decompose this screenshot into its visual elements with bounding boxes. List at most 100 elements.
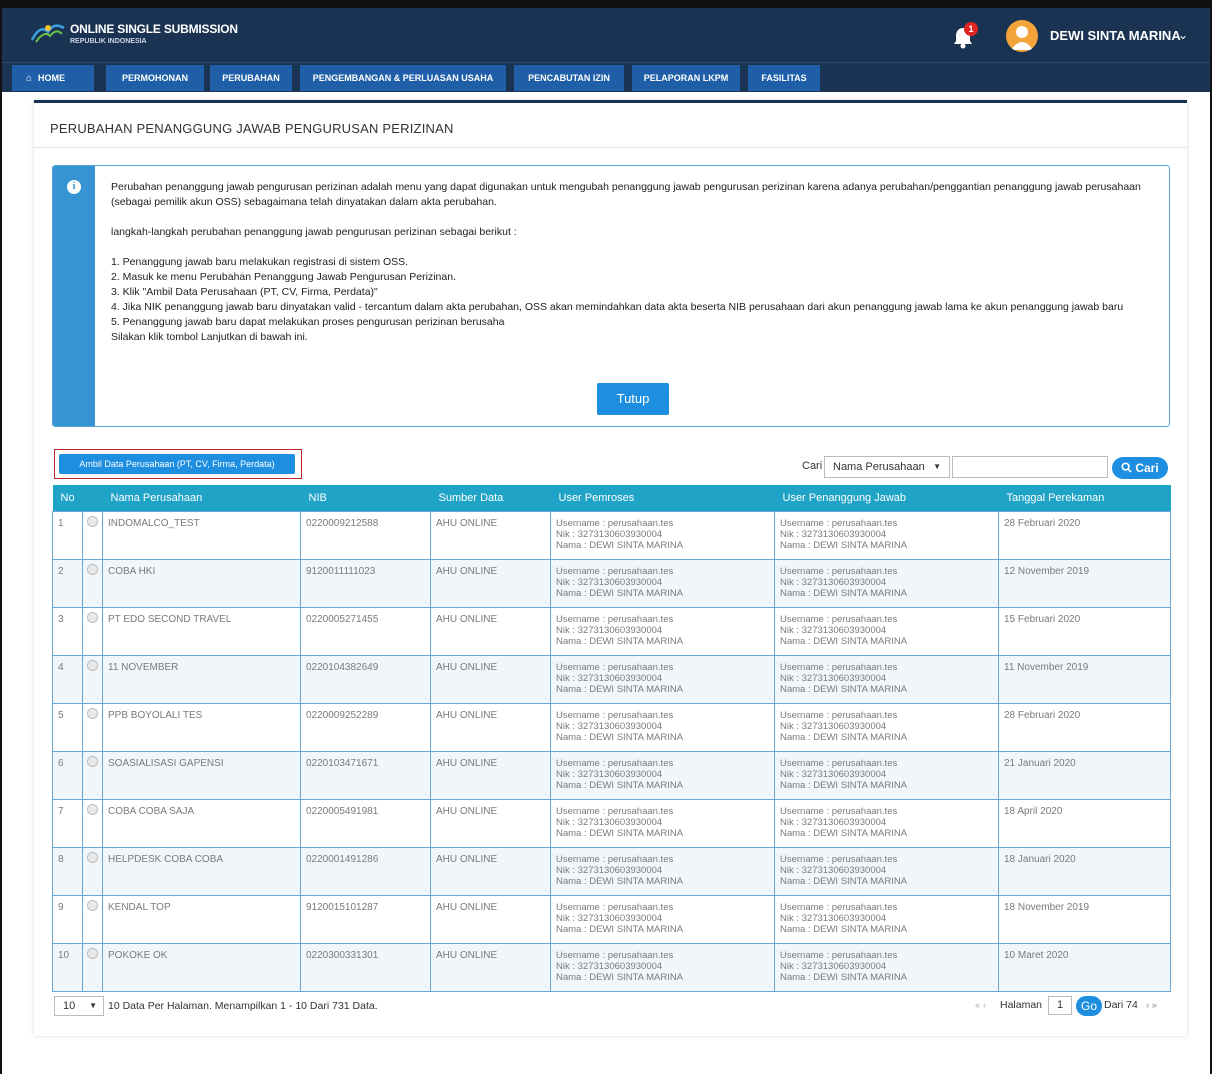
cell-no: 2 <box>52 558 83 608</box>
table-row[interactable]: 8 HELPDESK COBA COBA 0220001491286 AHU ONLI… <box>52 846 1171 896</box>
search-button[interactable]: Cari <box>1112 457 1168 479</box>
info-step: 5. Penanggung jawab baru dapat melakukan… <box>111 316 505 328</box>
go-button[interactable]: Go <box>1076 996 1102 1016</box>
table-row[interactable]: 10 POKOKE OK 0220300331301 AHU ONLINE Userna… <box>52 942 1171 992</box>
user-nik: Nik : 3273130603930004 <box>780 912 887 924</box>
nav-perubahan[interactable]: PERUBAHAN <box>210 65 292 91</box>
cell-nib: 0220009212588 <box>300 510 431 560</box>
next-page-arrows[interactable]: › » <box>1146 1000 1157 1011</box>
cell-select <box>82 942 103 992</box>
prev-page-arrows[interactable]: « ‹ <box>975 1000 986 1011</box>
cell-user-pemroses: Username : perusahaan.tes Nik : 327313060… <box>550 654 775 704</box>
row-radio[interactable] <box>87 659 98 671</box>
cell-user-penanggung-jawab: Username : perusahaan.tes Nik : 327313060… <box>774 558 999 608</box>
search-input[interactable] <box>952 456 1108 478</box>
ambil-data-button[interactable]: Ambil Data Perusahaan (PT, CV, Firma, Pe… <box>59 454 295 474</box>
nav-pencabutan-izin[interactable]: PENCABUTAN IZIN <box>514 65 624 91</box>
cell-nib: 0220103471671 <box>300 750 431 800</box>
user-nik: Nik : 3273130603930004 <box>556 576 663 588</box>
nav-home[interactable]: ⌂ HOME <box>12 65 94 91</box>
cell-sumber: AHU ONLINE <box>430 558 551 608</box>
row-radio[interactable] <box>87 707 98 719</box>
row-radio[interactable] <box>87 851 98 863</box>
table-row[interactable]: 6 SOASIALISASI GAPENSI 0220103471671 AHU ON… <box>52 750 1171 800</box>
user-nama: Nama : DEWI SINTA MARINA <box>556 875 684 887</box>
nav-pelaporan-lkpm[interactable]: PELAPORAN LKPM <box>632 65 740 91</box>
cell-user-pemroses: Username : perusahaan.tes Nik : 327313060… <box>550 510 775 560</box>
row-radio[interactable] <box>87 755 98 767</box>
cell-select <box>82 558 103 608</box>
ambil-highlight: Ambil Data Perusahaan (PT, CV, Firma, Pe… <box>54 449 302 479</box>
row-radio[interactable] <box>87 515 98 527</box>
cell-nama: KENDAL TOP <box>102 894 301 944</box>
cell-nama: HELPDESK COBA COBA <box>102 846 301 896</box>
cell-sumber: AHU ONLINE <box>430 702 551 752</box>
row-radio[interactable] <box>87 803 98 815</box>
col-header-nama: Nama Perusahaan <box>102 485 301 511</box>
cell-tanggal: 18 April 2020 <box>998 798 1171 848</box>
home-icon: ⌂ <box>26 73 33 84</box>
per-page-select[interactable]: 10 ▼ <box>54 996 104 1016</box>
user-nama: Nama : DEWI SINTA MARINA <box>556 971 684 983</box>
user-nama: Nama : DEWI SINTA MARINA <box>556 539 684 551</box>
user-nik: Nik : 3273130603930004 <box>556 720 663 732</box>
user-name[interactable]: DEWI SINTA MARINA <box>1050 28 1181 43</box>
cell-user-pemroses: Username : perusahaan.tes Nik : 327313060… <box>550 798 775 848</box>
cell-user-penanggung-jawab: Username : perusahaan.tes Nik : 327313060… <box>774 846 999 896</box>
cell-nama: COBA HKI <box>102 558 301 608</box>
table-row[interactable]: 3 PT EDO SECOND TRAVEL 0220005271455 AHU ON… <box>52 606 1171 656</box>
page-label: Halaman <box>1000 999 1043 1011</box>
cell-no: 3 <box>52 606 83 656</box>
table-header-row: No Nama Perusahaan NIB Sumber Data User … <box>52 485 1171 511</box>
table-row[interactable]: 1 INDOMALCO_TEST 0220009212588 AHU ONLINE Us… <box>52 510 1171 560</box>
table-row[interactable]: 9 KENDAL TOP 9120015101287 AHU ONLINE Userna… <box>52 894 1171 944</box>
cell-sumber: AHU ONLINE <box>430 606 551 656</box>
col-header-user-pemroses: User Pemroses <box>550 485 775 511</box>
nav-permohonan[interactable]: PERMOHONAN <box>106 65 204 91</box>
chevron-down-icon[interactable]: ⌄ <box>1178 28 1188 42</box>
page-number-input[interactable]: 1 <box>1048 996 1072 1015</box>
cell-user-penanggung-jawab: Username : perusahaan.tes Nik : 327313060… <box>774 942 999 992</box>
cell-sumber: AHU ONLINE <box>430 798 551 848</box>
col-header-nib: NIB <box>300 485 431 511</box>
user-username: Username : perusahaan.tes <box>780 517 898 529</box>
table-row[interactable]: 2 COBA HKI 9120011111023 AHU ONLINE Username… <box>52 558 1171 608</box>
col-header-no: No <box>52 485 83 511</box>
cell-tanggal: 11 November 2019 <box>998 654 1171 704</box>
user-nik: Nik : 3273130603930004 <box>556 960 663 972</box>
user-nik: Nik : 3273130603930004 <box>556 816 663 828</box>
info-sidebar: i <box>53 166 95 426</box>
user-username: Username : perusahaan.tes <box>556 709 674 721</box>
table-row[interactable]: 4 11 NOVEMBER 0220104382649 AHU ONLINE Usern… <box>52 654 1171 704</box>
close-info-button[interactable]: Tutup <box>597 383 669 415</box>
cell-select <box>82 606 103 656</box>
info-box: i Perubahan penanggung jawab pengurusan … <box>52 165 1170 427</box>
row-radio[interactable] <box>87 611 98 623</box>
user-nik: Nik : 3273130603930004 <box>556 912 663 924</box>
company-table: No Nama Perusahaan NIB Sumber Data User … <box>52 485 1171 992</box>
caret-down-icon: ▼ <box>89 1001 97 1010</box>
col-header-radio <box>82 485 103 511</box>
search-field-select[interactable]: Nama Perusahaan ▼ <box>824 456 950 478</box>
user-nik: Nik : 3273130603930004 <box>556 624 663 636</box>
cell-select <box>82 702 103 752</box>
nav-pengembangan[interactable]: PENGEMBANGAN & PERLUASAN USAHA <box>300 65 506 91</box>
caret-down-icon: ▼ <box>933 462 941 471</box>
user-nama: Nama : DEWI SINTA MARINA <box>780 827 908 839</box>
notification-badge: 1 <box>964 22 978 36</box>
table-row[interactable]: 5 PPB BOYOLALI TES 0220009252289 AHU ONLINE… <box>52 702 1171 752</box>
row-radio[interactable] <box>87 899 98 911</box>
brand-title: ONLINE SINGLE SUBMISSION <box>70 22 238 36</box>
row-radio[interactable] <box>87 563 98 575</box>
user-username: Username : perusahaan.tes <box>556 853 674 865</box>
search-button-label: Cari <box>1135 461 1159 475</box>
cell-nib: 0220001491286 <box>300 846 431 896</box>
oss-logo-icon[interactable] <box>30 20 66 44</box>
user-avatar-icon[interactable] <box>1006 20 1038 52</box>
cell-user-penanggung-jawab: Username : perusahaan.tes Nik : 327313060… <box>774 606 999 656</box>
nav-fasilitas[interactable]: FASILITAS <box>748 65 820 91</box>
col-header-sumber: Sumber Data <box>430 485 551 511</box>
user-nama: Nama : DEWI SINTA MARINA <box>780 731 908 743</box>
table-row[interactable]: 7 COBA COBA SAJA 0220005491981 AHU ONLINE Us… <box>52 798 1171 848</box>
row-radio[interactable] <box>87 947 98 959</box>
